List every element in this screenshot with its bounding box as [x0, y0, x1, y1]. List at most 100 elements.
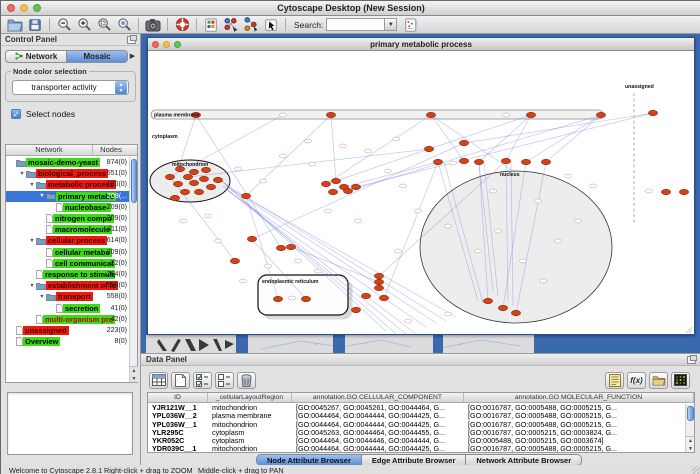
- canvas-resize-grip[interactable]: [686, 327, 692, 333]
- tree-row[interactable]: cellular metabo209(0): [6, 247, 129, 258]
- table-column-header[interactable]: _cellularLayoutRegion: [208, 393, 292, 402]
- network-node-small[interactable]: [384, 169, 391, 173]
- table-column-header[interactable]: ID: [148, 393, 208, 402]
- network-node-small[interactable]: [234, 167, 241, 171]
- network-node-small[interactable]: [539, 279, 546, 283]
- network-node-small[interactable]: [294, 259, 301, 263]
- tree-row[interactable]: mosaic-demo-yeast874(0): [6, 157, 129, 168]
- delete-attribute-trash-icon[interactable]: [237, 372, 256, 389]
- network-node-small[interactable]: [394, 249, 401, 253]
- tree-row[interactable]: secretion41(0): [6, 302, 129, 313]
- network-node[interactable]: [501, 158, 510, 163]
- network-node[interactable]: [361, 293, 370, 298]
- table-scrollbar[interactable]: ▲▼: [685, 404, 694, 452]
- network-node[interactable]: [679, 189, 688, 194]
- network-node-small[interactable]: [444, 224, 451, 228]
- tree-scrollbar-thumb[interactable]: [131, 159, 137, 203]
- network-node[interactable]: [328, 189, 337, 194]
- network-node[interactable]: [189, 180, 198, 185]
- birdseye-view[interactable]: [7, 392, 133, 455]
- network-node[interactable]: [343, 188, 352, 193]
- tree-row[interactable]: macromolecule311(0): [6, 224, 129, 235]
- float-data-panel-icon[interactable]: [687, 356, 696, 364]
- table-column-header[interactable]: annotation.GO MOLECULAR_FUNCTION: [464, 393, 694, 402]
- tree-row[interactable]: nucleobase-209(0): [6, 202, 129, 213]
- select-attributes-icon[interactable]: [193, 372, 212, 389]
- network-node[interactable]: [511, 310, 520, 315]
- table-row[interactable]: YPL036W__2plasma membrane[GO:0044464, GO…: [148, 412, 685, 420]
- open-session-icon[interactable]: [6, 17, 24, 33]
- window-titlebar[interactable]: Cytoscape Desktop (New Session): [1, 1, 700, 16]
- network-node-small[interactable]: [399, 184, 406, 188]
- annotation-icon[interactable]: [202, 17, 220, 33]
- tree-col-nodes[interactable]: Nodes: [93, 145, 129, 155]
- table-scrollbar-thumb[interactable]: [687, 406, 694, 421]
- tree-row[interactable]: ▼cellular process614(0): [6, 235, 129, 246]
- network-node[interactable]: [321, 181, 330, 186]
- zoom-fit-icon[interactable]: [115, 17, 133, 33]
- network-node-small[interactable]: [354, 219, 361, 223]
- network-node[interactable]: [326, 112, 335, 117]
- network-view-window[interactable]: primary metabolic process plasma membran…: [147, 37, 695, 335]
- network-node-small[interactable]: [339, 144, 346, 148]
- network-node[interactable]: [199, 176, 208, 181]
- network-node-small[interactable]: [519, 259, 526, 263]
- attribute-table-icon[interactable]: [149, 372, 168, 389]
- network-node[interactable]: [474, 159, 483, 164]
- network-node-small[interactable]: [534, 199, 541, 203]
- network-node[interactable]: [526, 112, 535, 117]
- network-node[interactable]: [459, 158, 468, 163]
- search-input[interactable]: [326, 18, 384, 31]
- network-node[interactable]: [374, 279, 383, 284]
- network-node[interactable]: [194, 189, 203, 194]
- search-dropdown-button[interactable]: ▼: [384, 18, 397, 31]
- network-node[interactable]: [173, 181, 182, 186]
- network-node[interactable]: [541, 159, 550, 164]
- network-node-small[interactable]: [404, 319, 411, 323]
- network-node-small[interactable]: [502, 113, 509, 117]
- network-node-small[interactable]: [392, 137, 399, 141]
- tree-scrollbar[interactable]: ▲▼: [129, 157, 137, 382]
- tab-mosaic[interactable]: Mosaic: [67, 50, 128, 63]
- network-node[interactable]: [351, 307, 360, 312]
- select-nodes-checkbox[interactable]: ✓: [11, 109, 21, 119]
- network-node-small[interactable]: [645, 189, 652, 193]
- layout-icon-b[interactable]: [242, 17, 260, 33]
- tree-expand-icon[interactable]: ▼: [28, 238, 36, 244]
- network-canvas[interactable]: plasma membrane cytoplasm mitochondrion …: [148, 51, 694, 334]
- save-session-icon[interactable]: [26, 17, 44, 33]
- network-node[interactable]: [374, 273, 383, 278]
- layout-icon-a[interactable]: [222, 17, 240, 33]
- network-node-small[interactable]: [179, 219, 186, 223]
- network-node[interactable]: [276, 245, 285, 250]
- tree-row[interactable]: ▼biological_process651(0): [6, 168, 129, 179]
- tab-network[interactable]: Network: [5, 50, 67, 63]
- network-node-small[interactable]: [444, 312, 451, 316]
- network-node[interactable]: [483, 298, 492, 303]
- tree-row[interactable]: ▼metabolic process280(0): [6, 179, 129, 190]
- snapshot-camera-icon[interactable]: [144, 17, 162, 33]
- network-node-small[interactable]: [239, 279, 246, 283]
- network-node-small[interactable]: [489, 189, 496, 193]
- network-node-small[interactable]: [314, 269, 321, 273]
- network-node[interactable]: [286, 244, 295, 249]
- network-node-small[interactable]: [304, 139, 311, 143]
- import-attributes-icon[interactable]: [649, 372, 668, 389]
- network-node[interactable]: [180, 189, 189, 194]
- matrix-icon[interactable]: [671, 372, 690, 389]
- network-node-small[interactable]: [494, 229, 501, 233]
- formula-fx-icon[interactable]: f(x): [627, 372, 646, 389]
- table-row[interactable]: YLR295Ccytoplasm[GO:0045263, GO:0044464,…: [148, 429, 685, 437]
- network-node[interactable]: [424, 146, 433, 151]
- more-tabs-arrow-icon[interactable]: ▶: [128, 52, 137, 60]
- table-row[interactable]: YDR039C__1mitochondrion[GO:0044464, GO:0…: [148, 445, 685, 452]
- network-node-small[interactable]: [324, 209, 331, 213]
- zoom-out-icon[interactable]: [55, 17, 73, 33]
- network-node-small[interactable]: [264, 264, 271, 268]
- network-node[interactable]: [498, 305, 507, 310]
- nucleus-region[interactable]: [420, 171, 612, 323]
- network-node-small[interactable]: [279, 154, 286, 158]
- tree-expand-icon[interactable]: ▼: [38, 193, 46, 199]
- network-node-small[interactable]: [259, 179, 266, 183]
- network-node[interactable]: [433, 159, 442, 164]
